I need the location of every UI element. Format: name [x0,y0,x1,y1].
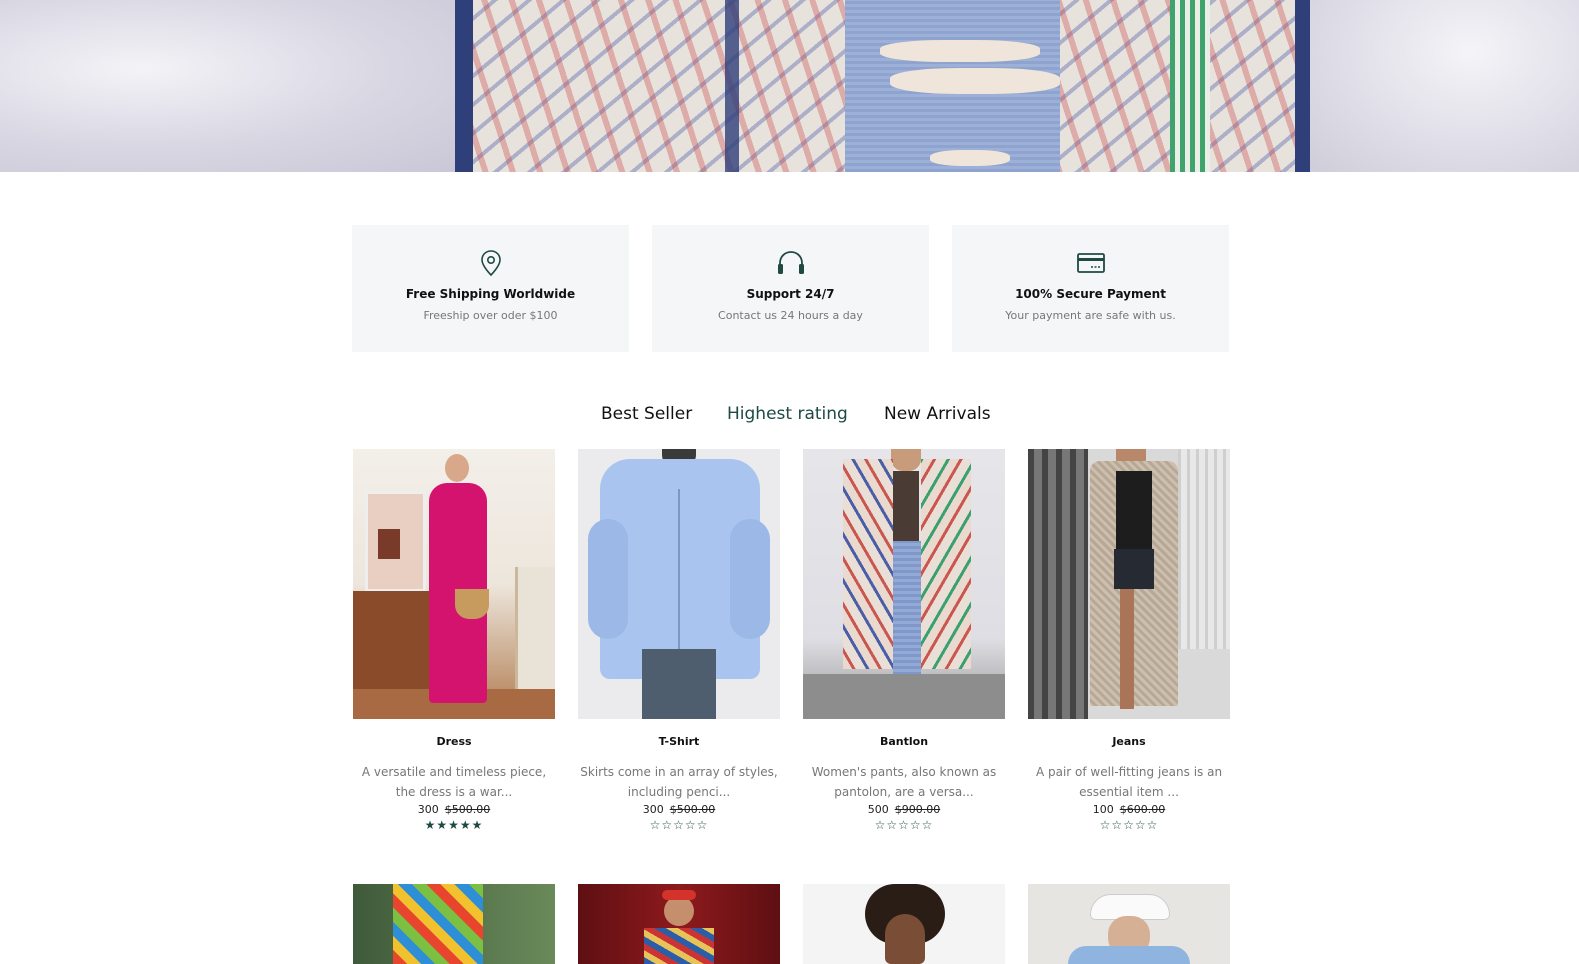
product-description: A pair of well-fitting jeans is an essen… [1035,765,1223,799]
feature-title: 100% Secure Payment [1015,287,1166,301]
original-price: $500.00 [444,803,491,816]
product-name[interactable]: Dress [353,735,555,748]
product-price: 500 $900.00 [803,803,1005,816]
original-price: $500.00 [669,803,716,816]
product-name[interactable]: Bantlon [803,735,1005,748]
product-image[interactable] [1028,884,1230,964]
feature-title: Support 24/7 [746,287,835,301]
tab-best-seller[interactable]: Best Seller [601,404,692,424]
product-image[interactable] [1028,449,1230,719]
product-card-tshirt[interactable]: T-Shirt Skirts come in an array of style… [578,449,780,832]
feature-title: Free Shipping Worldwide [405,287,576,301]
feature-support: Support 24/7 Contact us 24 hours a day [652,225,929,352]
star-rating: ★★★★★ [424,818,484,832]
sale-price: 300 [642,803,664,816]
product-image[interactable] [578,884,780,964]
product-price: 100 $600.00 [1028,803,1230,816]
feature-subtitle: Your payment are safe with us. [1005,309,1176,322]
product-description: Skirts come in an array of styles, inclu… [580,765,778,799]
product-description: Women's pants, also known as pantolon, a… [811,765,997,799]
product-card-jeans[interactable]: Jeans A pair of well-fitting jeans is an… [1028,449,1230,832]
product-price: 300 $500.00 [578,803,780,816]
headphones-icon [777,251,804,274]
product-name[interactable]: Jeans [1028,735,1230,748]
location-pin-icon [480,250,501,277]
feature-subtitle: Freeship over oder $100 [423,309,558,322]
product-image[interactable] [803,884,1005,964]
product-price: 300 $500.00 [353,803,555,816]
star-rating: ☆☆☆☆☆ [649,818,709,832]
feature-free-shipping: Free Shipping Worldwide Freeship over od… [352,225,629,352]
tab-highest-rating[interactable]: Highest rating [727,404,848,424]
hero-banner-image [0,0,1579,172]
sale-price: 500 [867,803,889,816]
sale-price: 100 [1092,803,1114,816]
product-tabs: Best Seller Highest rating New Arrivals [0,404,1579,430]
original-price: $600.00 [1119,803,1166,816]
sale-price: 300 [417,803,439,816]
feature-secure-payment: 100% Secure Payment Your payment are saf… [952,225,1229,352]
product-description: A versatile and timeless piece, the dres… [361,765,547,799]
credit-card-icon [1076,253,1105,273]
original-price: $900.00 [894,803,941,816]
product-image[interactable] [803,449,1005,719]
product-image[interactable] [578,449,780,719]
tab-new-arrivals[interactable]: New Arrivals [884,404,991,424]
star-rating: ☆☆☆☆☆ [874,818,934,832]
product-name[interactable]: T-Shirt [578,735,780,748]
feature-subtitle: Contact us 24 hours a day [718,309,863,322]
product-card-dress[interactable]: Dress A versatile and timeless piece, th… [353,449,555,832]
product-image[interactable] [353,449,555,719]
star-rating: ☆☆☆☆☆ [1099,818,1159,832]
product-image[interactable] [353,884,555,964]
product-card-bantlon[interactable]: Bantlon Women's pants, also known as pan… [803,449,1005,832]
